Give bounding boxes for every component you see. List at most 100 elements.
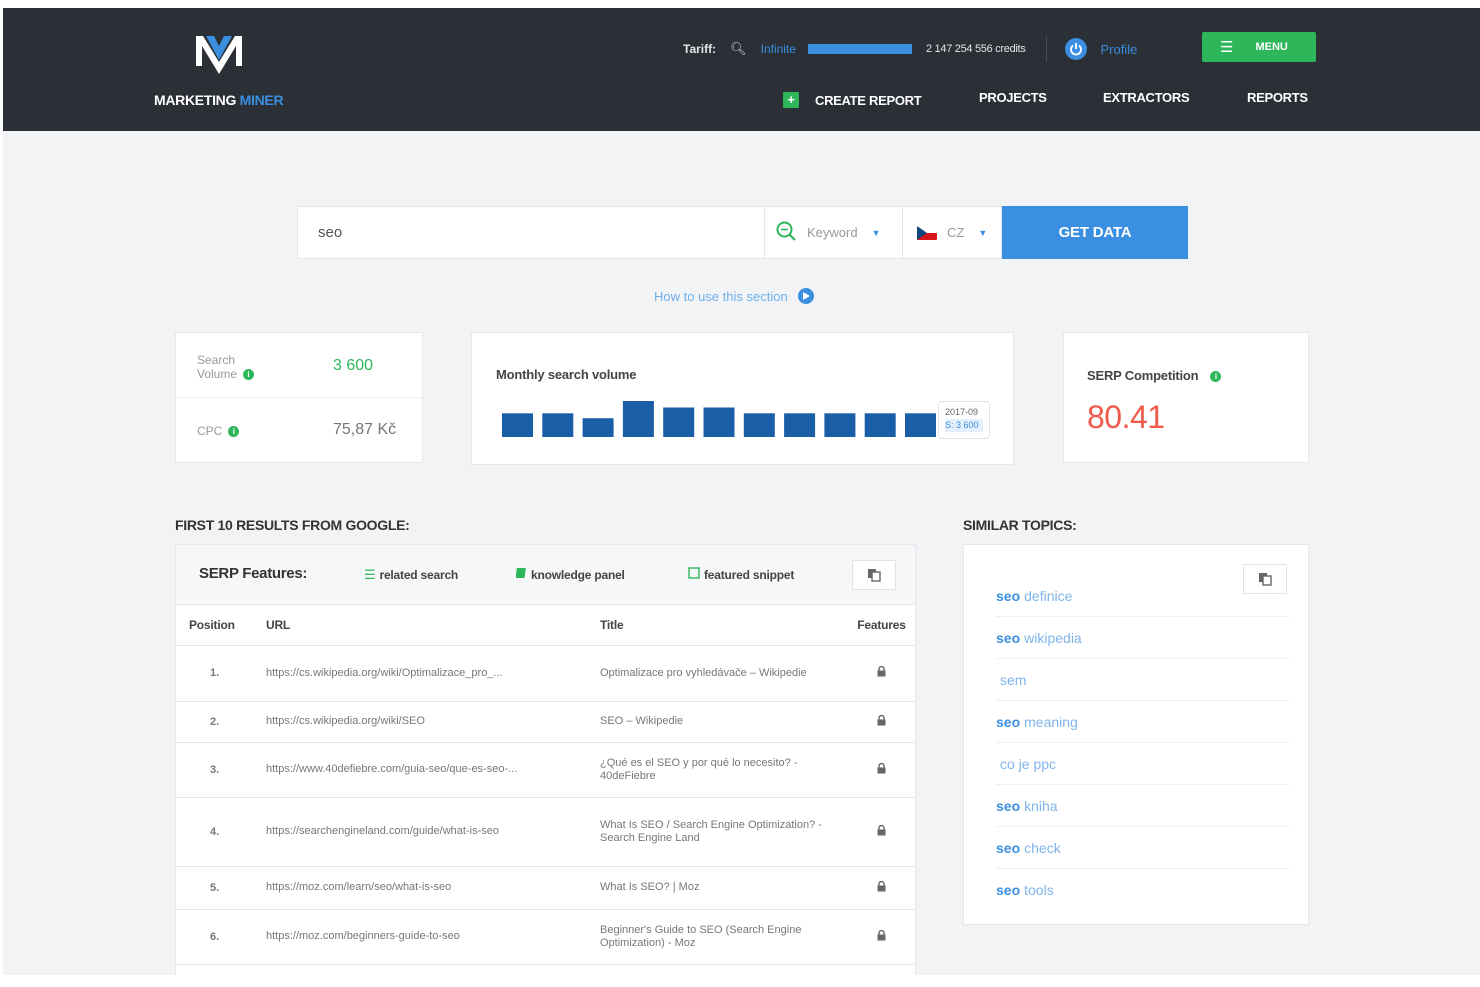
get-data-button[interactable]: GET DATA <box>1002 206 1188 259</box>
feature-featured-snippet: featured snippet <box>688 567 794 582</box>
monthly-volume-title: Monthly search volume <box>496 367 637 382</box>
chart-bar[interactable] <box>582 418 614 437</box>
power-icon[interactable] <box>1064 38 1087 60</box>
chevron-down-icon: ▼ <box>871 227 881 238</box>
chevron-down-icon: ▼ <box>978 227 988 238</box>
top-header: MARKETING MINER Tariff: 🔍︎ Infinite 2 14… <box>3 8 1480 131</box>
country-select[interactable]: CZ ▼ <box>903 206 1002 259</box>
keyword-metrics-card: Search Volume i 3 600 CPC i 75,87 Kč <box>175 332 423 463</box>
results-section-title: FIRST 10 RESULTS FROM GOOGLE: <box>175 517 410 533</box>
tariff-bar: Tariff: 🔍︎ Infinite 2 147 254 556 credit… <box>683 36 1169 62</box>
cpc-row: CPC i 75,87 Kč <box>176 399 422 464</box>
column-title[interactable]: Title <box>600 605 846 646</box>
search-volume-row: Search Volume i 3 600 <box>176 333 422 398</box>
similar-topic-item[interactable]: seo wikipedia <box>996 617 1290 659</box>
serp-competition-label: SERP Competition i <box>1087 368 1222 383</box>
lock-icon <box>846 701 915 743</box>
result-url[interactable]: https://moz.com/beginners-guide-to-seo <box>266 909 600 965</box>
monthly-volume-card: Monthly search volume 2017-09 S: 3 600 <box>471 332 1014 465</box>
copy-icon <box>868 569 881 582</box>
result-position: 4. <box>176 797 266 867</box>
result-url[interactable]: https://www.40defiebre.com/guia-seo/que-… <box>266 742 600 798</box>
table-row: 3. https://www.40defiebre.com/guia-seo/q… <box>176 742 915 798</box>
how-to-link[interactable]: How to use this section <box>654 288 814 304</box>
tariff-label: Tariff: <box>683 42 717 56</box>
similar-section-title: SIMILAR TOPICS: <box>963 517 1077 533</box>
play-icon <box>797 288 814 304</box>
nav-reports[interactable]: REPORTS <box>1247 90 1308 110</box>
logo[interactable]: MARKETING MINER <box>154 28 304 118</box>
nav-projects[interactable]: PROJECTS <box>979 90 1047 110</box>
result-title: Beginner's Guide to SEO (Search Engine O… <box>600 909 846 965</box>
result-title: Optimalizace pro vyhledávače – Wikipedie <box>600 645 846 702</box>
result-url[interactable]: https://cs.wikipedia.org/wiki/SEO <box>266 701 600 743</box>
info-icon[interactable]: i <box>1210 371 1222 383</box>
search-icon[interactable]: 🔍︎ <box>730 41 747 57</box>
chart-bar[interactable] <box>905 413 936 437</box>
nav-extractors[interactable]: EXTRACTORS <box>1103 90 1190 110</box>
lock-icon <box>846 645 915 702</box>
how-to-label: How to use this section <box>654 288 788 304</box>
chart-bar[interactable] <box>622 401 654 437</box>
search-type-select[interactable]: Keyword ▼ <box>764 206 903 259</box>
chart-bar[interactable] <box>542 413 574 437</box>
similar-topic-item[interactable]: co je ppc <box>996 743 1290 785</box>
tariff-value[interactable]: Infinite <box>761 42 796 56</box>
column-url[interactable]: URL <box>266 605 600 646</box>
result-url[interactable]: https://searchengineland.com/guide/what-… <box>266 797 600 867</box>
marketing-miner-logo-icon <box>196 36 242 74</box>
search-volume-label: Search Volume i <box>197 353 255 381</box>
info-icon[interactable]: i <box>243 369 255 381</box>
table-row: 2. https://cs.wikipedia.org/wiki/SEO SEO… <box>176 701 915 743</box>
chart-bar[interactable] <box>784 413 816 437</box>
search-input[interactable]: seo <box>297 206 764 259</box>
search-form: seo Keyword ▼ CZ ▼ GET DATA <box>297 206 1188 259</box>
similar-topic-item[interactable]: seo check <box>996 827 1290 869</box>
chart-bar[interactable] <box>743 413 775 437</box>
result-position: 5. <box>176 866 266 910</box>
serp-features-bar: SERP Features: ☰ related search knowledg… <box>176 545 915 605</box>
result-title: What Is SEO / Search Engine Optimization… <box>600 797 846 867</box>
serp-features-label: SERP Features: <box>199 565 308 582</box>
chart-bar[interactable] <box>824 413 856 437</box>
czech-flag-icon <box>917 225 937 240</box>
chart-tooltip: 2017-09 S: 3 600 <box>938 401 990 439</box>
menu-button[interactable]: ☰ MENU <box>1202 32 1316 62</box>
credits-count: 2 147 254 556 credits <box>925 43 1026 55</box>
credit-progress-bar <box>807 44 912 54</box>
lock-icon <box>846 909 915 965</box>
lock-icon <box>846 797 915 867</box>
result-url[interactable]: https://cs.wikipedia.org/wiki/Optimaliza… <box>266 645 600 702</box>
hamburger-icon: ☰ <box>1220 39 1234 56</box>
similar-topic-item[interactable]: seo meaning <box>996 701 1290 743</box>
copy-results-button[interactable] <box>852 560 896 590</box>
similar-topic-item[interactable]: seo definice <box>996 575 1290 617</box>
serp-competition-value: 80.41 <box>1087 399 1165 435</box>
result-position: 6. <box>176 909 266 965</box>
profile-link[interactable]: Profile <box>1101 42 1138 57</box>
cpc-value: 75,87 Kč <box>333 421 397 438</box>
similar-topic-item[interactable]: sem <box>996 659 1290 701</box>
serp-competition-card: SERP Competition i 80.41 <box>1063 332 1309 463</box>
divider <box>1045 36 1047 62</box>
snippet-icon <box>688 567 700 582</box>
column-features[interactable]: Features <box>846 605 915 646</box>
result-title: SEO – Wikipedie <box>600 701 846 743</box>
chart-bar[interactable] <box>864 413 896 437</box>
monthly-volume-chart <box>502 401 936 438</box>
similar-topic-item[interactable]: seo tools <box>996 869 1290 911</box>
table-row: 5. https://moz.com/learn/seo/what-is-seo… <box>176 866 915 910</box>
chart-bar[interactable] <box>703 407 735 438</box>
logo-text: MARKETING MINER <box>154 92 284 108</box>
result-position: 1. <box>176 645 266 702</box>
nav-create-report[interactable]: + CREATE REPORT <box>783 90 922 110</box>
plus-icon: + <box>783 92 799 108</box>
result-url[interactable]: https://moz.com/learn/seo/what-is-seo <box>266 866 600 910</box>
column-position[interactable]: Position <box>176 605 266 646</box>
chart-bar[interactable] <box>502 413 533 437</box>
cpc-label: CPC i <box>197 424 240 438</box>
similar-topic-item[interactable]: seo kniha <box>996 785 1290 827</box>
chart-bar[interactable] <box>663 407 695 438</box>
info-icon[interactable]: i <box>228 426 240 438</box>
keyword-search-icon <box>775 220 797 245</box>
